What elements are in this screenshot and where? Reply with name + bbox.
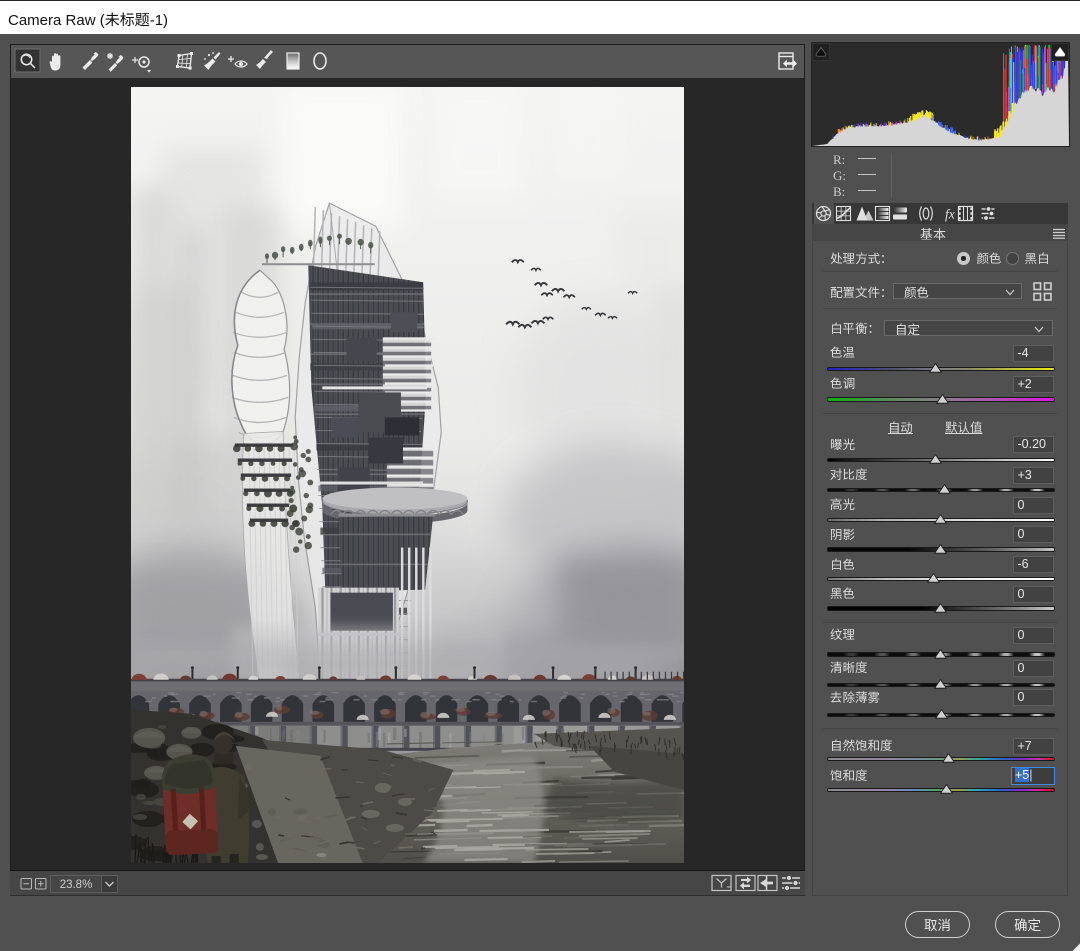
svg-text:23.8%: 23.8% (60, 879, 93, 891)
svg-text:fx: fx (945, 207, 955, 222)
